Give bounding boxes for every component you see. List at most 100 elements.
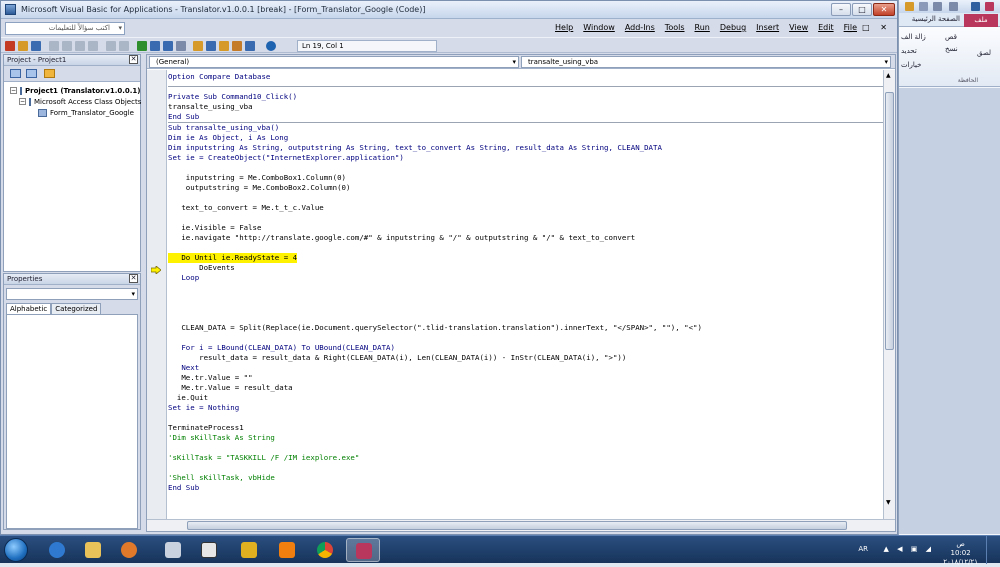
taskbar-tool[interactable] [232, 538, 266, 562]
help-icon[interactable] [245, 41, 255, 51]
scroll-down-icon[interactable]: ▼ [886, 499, 891, 506]
taskbar-media-player[interactable] [112, 538, 146, 562]
code-line[interactable]: ie.Visible = False [168, 223, 883, 233]
undo-icon[interactable] [933, 2, 942, 11]
code-line[interactable] [168, 293, 883, 303]
taskbar-chrome[interactable] [308, 538, 342, 562]
code-line[interactable] [168, 333, 883, 343]
code-line[interactable]: ie.Quit [168, 393, 883, 403]
toolbox-icon[interactable] [232, 41, 242, 51]
redo-icon[interactable] [119, 41, 129, 51]
tab-alphabetic[interactable]: Alphabetic [6, 303, 52, 314]
horizontal-scroll-thumb[interactable] [187, 521, 847, 530]
design-mode-icon[interactable] [176, 41, 186, 51]
code-line[interactable]: Set ie = Nothing [168, 403, 883, 413]
code-line[interactable]: Me.tr.Value = "" [168, 373, 883, 383]
code-line[interactable]: inputstring = Me.ComboBox1.Column(0) [168, 173, 883, 183]
view-code-icon[interactable] [10, 69, 21, 78]
taskbar-access[interactable] [346, 538, 380, 562]
tree-item[interactable]: Form_Translator_Google [10, 107, 140, 118]
chevron-down-icon[interactable]: ▾ [118, 23, 122, 34]
menu-debug[interactable]: Debug [720, 23, 746, 32]
save-icon[interactable] [971, 2, 980, 11]
margin-indicator-bar[interactable] [147, 70, 167, 520]
horizontal-scrollbar[interactable] [147, 519, 895, 531]
code-line[interactable]: DoEvents [168, 263, 883, 273]
chevron-down-icon[interactable]: ▾ [884, 57, 888, 67]
project-explorer-icon[interactable] [193, 41, 203, 51]
code-line[interactable] [168, 313, 883, 323]
paste-button[interactable]: لصق [977, 49, 991, 57]
code-line[interactable] [168, 443, 883, 453]
tab-categorized[interactable]: Categorized [51, 303, 102, 314]
menu-tools[interactable]: Tools [665, 23, 685, 32]
paste-icon[interactable] [75, 41, 85, 51]
close-button[interactable]: ✕ [873, 3, 895, 16]
code-line[interactable] [168, 193, 883, 203]
code-editor[interactable]: Option Compare Database Private Sub Comma… [168, 70, 883, 520]
folder-icon[interactable] [905, 2, 914, 11]
code-line[interactable]: TerminateProcess1 [168, 423, 883, 433]
break-icon[interactable] [150, 41, 160, 51]
tree-expander-icon[interactable]: − [10, 87, 17, 94]
code-line[interactable]: End Sub [168, 112, 883, 122]
code-line[interactable]: Sub transalte_using_vba() [168, 123, 883, 133]
taskbar-ie[interactable] [40, 538, 74, 562]
properties-window-icon[interactable] [206, 41, 216, 51]
tray-icons[interactable]: ▲ ◀ ▣ ◢ [884, 545, 934, 553]
procedure-dropdown[interactable]: transalte_using_vba ▾ [521, 56, 891, 68]
code-line[interactable]: Next [168, 363, 883, 373]
code-line[interactable]: transalte_using_vba [168, 102, 883, 112]
object-combo[interactable]: ▾ [6, 288, 138, 300]
cut-button[interactable]: قص [945, 33, 957, 41]
show-desktop-button[interactable] [986, 536, 996, 564]
insert-module-icon[interactable] [18, 41, 28, 51]
reset-icon[interactable] [163, 41, 173, 51]
mdi-window-controls[interactable]: _ □ ✕ [848, 23, 891, 32]
menu-edit[interactable]: Edit [818, 23, 834, 32]
tab-file[interactable]: ملف [964, 14, 998, 27]
find-icon[interactable] [88, 41, 98, 51]
vertical-scrollbar[interactable]: ▲ ▼ [883, 70, 895, 520]
tab-home[interactable]: الصفحة الرئيسية [912, 15, 960, 23]
redo-icon[interactable] [949, 2, 958, 11]
undo-icon[interactable] [106, 41, 116, 51]
code-line[interactable]: CLEAN_DATA = Split(Replace(ie.Document.q… [168, 323, 883, 333]
code-line[interactable] [168, 243, 883, 253]
language-indicator[interactable]: AR [858, 545, 868, 553]
code-line[interactable] [168, 213, 883, 223]
menu-window[interactable]: Window [583, 23, 615, 32]
code-line[interactable] [168, 163, 883, 173]
help-circle-icon[interactable] [266, 41, 276, 51]
taskbar-calculator[interactable] [156, 538, 190, 562]
vertical-scroll-thumb[interactable] [885, 92, 894, 350]
menu-insert[interactable]: Insert [756, 23, 779, 32]
code-line[interactable] [168, 413, 883, 423]
code-line[interactable] [168, 463, 883, 473]
chevron-down-icon[interactable]: ▾ [512, 57, 516, 67]
options-button[interactable]: خيارات [901, 61, 922, 69]
tree-item[interactable]: − Microsoft Access Class Objects [10, 96, 141, 107]
ask-question-box[interactable]: اكتب سؤالاً للتعليمات ▾ [5, 22, 125, 35]
minimize-button[interactable]: – [831, 3, 851, 16]
save-icon[interactable] [31, 41, 41, 51]
title-bar[interactable]: Microsoft Visual Basic for Applications … [1, 1, 897, 19]
copy-icon[interactable] [62, 41, 72, 51]
code-line[interactable]: Dim inputstring As String, outputstring … [168, 143, 883, 153]
code-line[interactable]: ie.navigate "http://translate.google.com… [168, 233, 883, 243]
taskbar-explorer[interactable] [76, 538, 110, 562]
code-line[interactable]: Set ie = CreateObject("InternetExplorer.… [168, 153, 883, 163]
print-icon[interactable] [919, 2, 928, 11]
view-access-icon[interactable] [5, 41, 15, 51]
object-dropdown[interactable]: (General) ▾ [149, 56, 519, 68]
code-line[interactable]: Dim ie As Object, i As Long [168, 133, 883, 143]
code-line[interactable]: Loop [168, 273, 883, 283]
close-icon[interactable]: ✕ [129, 55, 138, 64]
view-object-icon[interactable] [26, 69, 37, 78]
code-line[interactable] [168, 283, 883, 293]
remove-filter-button[interactable]: زالة الف [901, 33, 926, 41]
maximize-button[interactable]: □ [852, 3, 872, 16]
taskbar-calendar[interactable] [192, 538, 226, 562]
copy-button[interactable]: نسخ [945, 45, 958, 53]
start-button[interactable] [4, 538, 28, 562]
